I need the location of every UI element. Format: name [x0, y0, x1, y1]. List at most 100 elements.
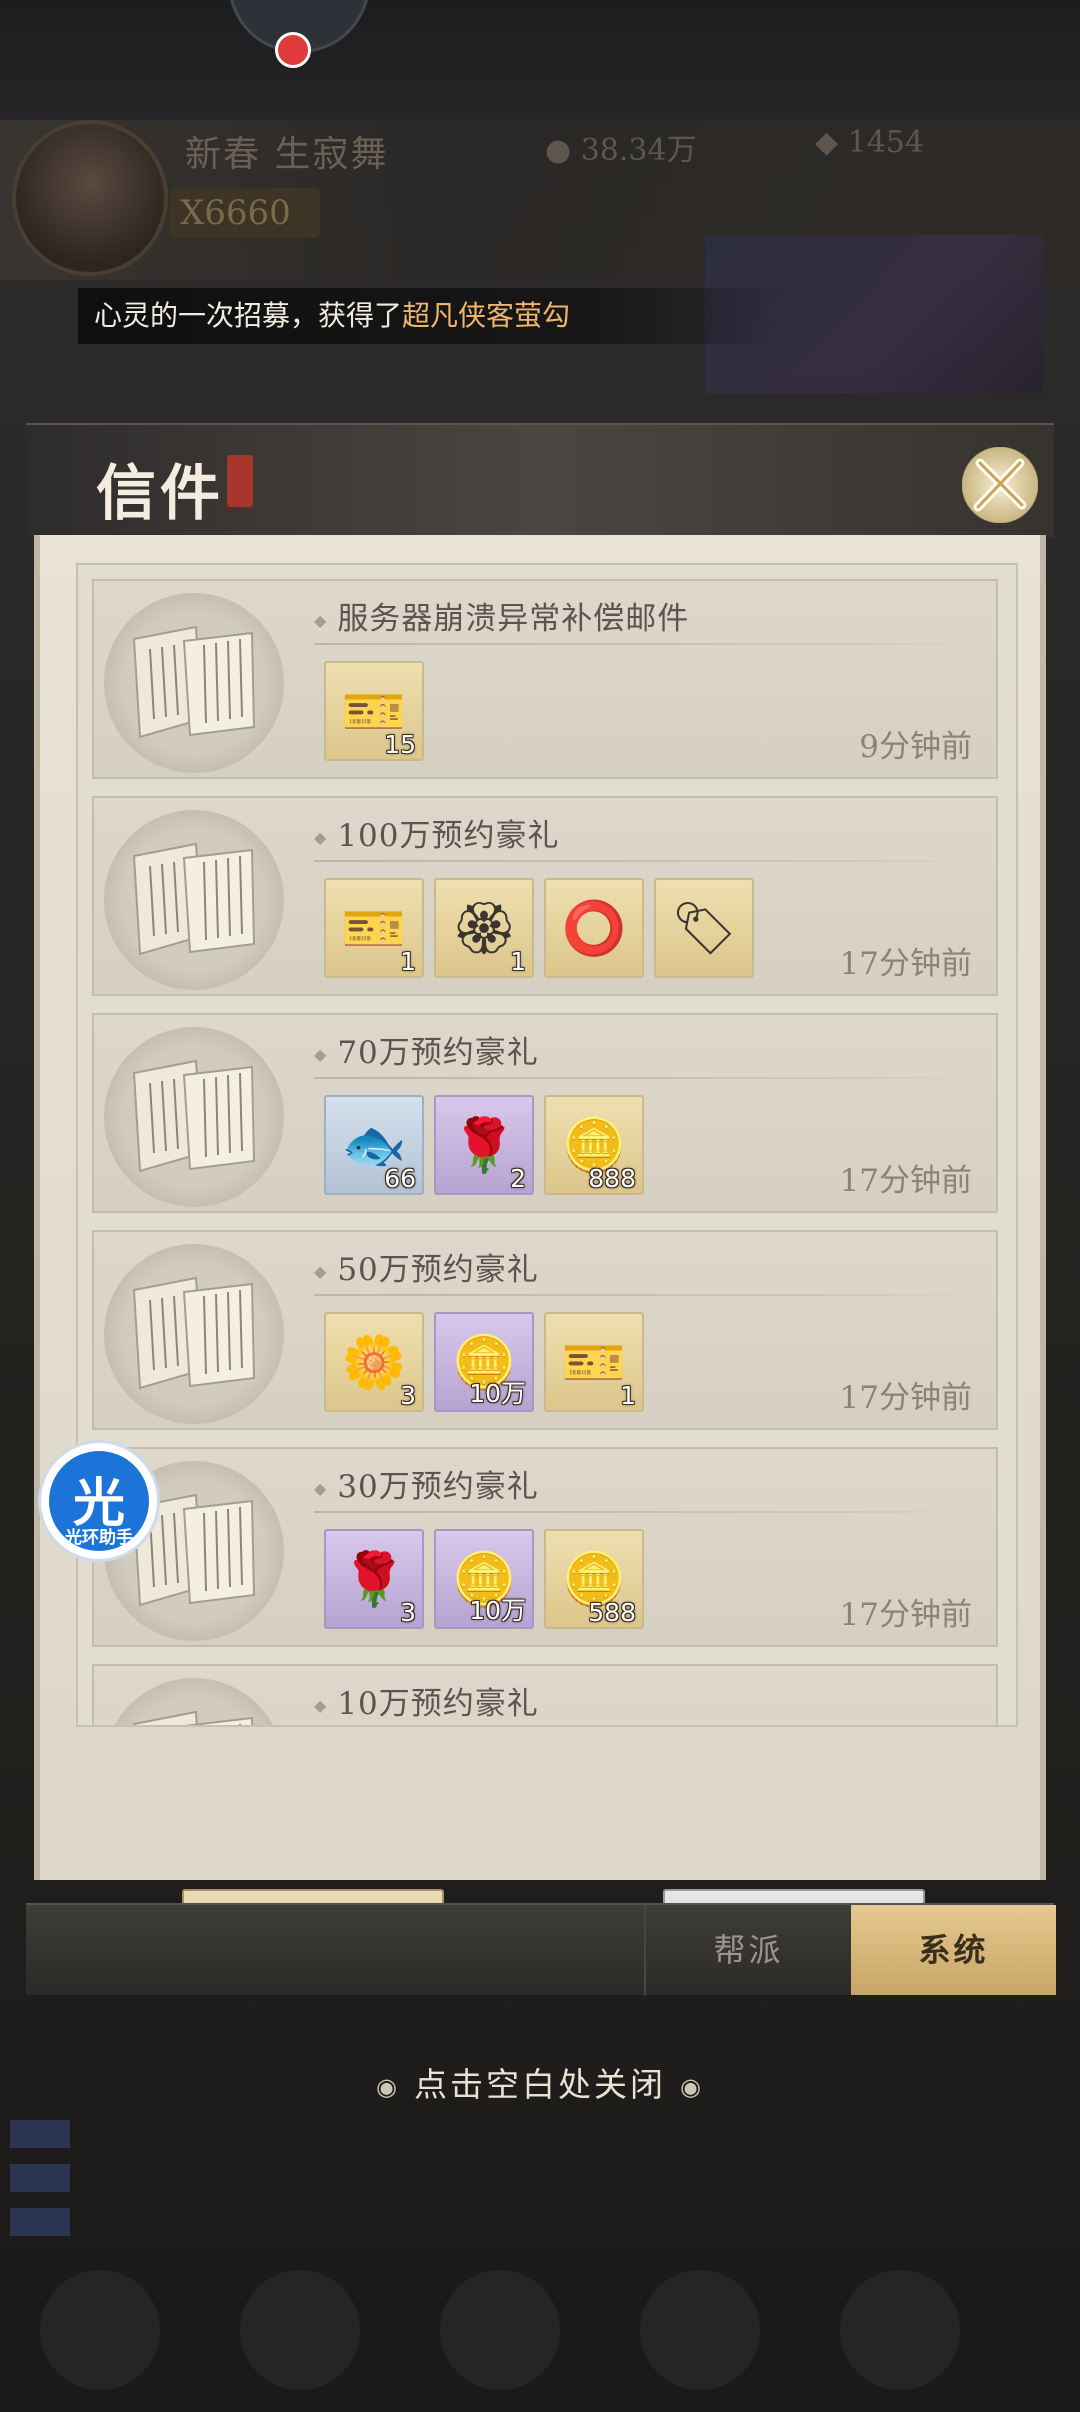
notice-text: 心灵的一次招募，获得了 [94, 299, 403, 332]
mail-title: 10万预约豪礼 [314, 1678, 539, 1723]
recruit-notice: 心灵的一次招募，获得了超凡侠客萤勾 [78, 288, 794, 344]
frame-icon: ⭕ [561, 898, 627, 959]
reward-item[interactable]: 🌼 3 [324, 1312, 424, 1412]
assistant-label: 光环助手 [65, 1528, 133, 1548]
mail-title: 70万预约豪礼 [314, 1027, 539, 1072]
gem-counter: ◆ 1454 [815, 125, 924, 160]
reward-item[interactable]: 🌹 3 [324, 1529, 424, 1629]
reward-item[interactable]: 🐟 66 [324, 1095, 424, 1195]
letter-svg [132, 1710, 254, 1725]
item-quantity: 66 [384, 1164, 416, 1193]
letter-svg [132, 1059, 256, 1173]
letter-svg [132, 1276, 256, 1390]
item-quantity: 3 [400, 1598, 416, 1627]
mail-item[interactable]: 10万预约豪礼 [92, 1664, 998, 1725]
reward-item[interactable]: 🌹 2 [434, 1095, 534, 1195]
player-avatar [12, 120, 168, 276]
reward-item[interactable]: ⭕ [544, 878, 644, 978]
letter-icon [104, 810, 284, 990]
item-quantity: 10万 [469, 1379, 526, 1408]
mail-time: 9分钟前 [859, 729, 972, 765]
background-nav [0, 2250, 1080, 2412]
dialog-body: 服务器崩溃异常补偿邮件 🎫15 9分钟前 100万预约豪礼 🎫1🏵1⭕🏷 17分… [34, 535, 1046, 1967]
dialog-title: 信件 [96, 459, 224, 529]
letter-icon [104, 1027, 284, 1207]
item-quantity: 15 [384, 730, 416, 759]
close-hint[interactable]: ◉ 点击空白处关闭 ◉ [0, 2058, 1080, 2106]
chat-tag [10, 2119, 70, 2148]
chat-line [10, 2198, 1070, 2242]
item-quantity: 1 [510, 947, 526, 976]
mail-time: 17分钟前 [839, 946, 972, 982]
reward-item[interactable]: 🪙 888 [544, 1095, 644, 1195]
mail-item[interactable]: 服务器崩溃异常补偿邮件 🎫15 9分钟前 [92, 579, 998, 779]
letter-icon [104, 1678, 284, 1725]
assistant-float-button[interactable]: 光 光环助手 [38, 1440, 160, 1562]
nav-item [440, 2270, 560, 2390]
coin-value: 38.34万 [580, 133, 697, 168]
divider [314, 1077, 974, 1079]
item-quantity: 588 [588, 1598, 636, 1627]
chat-line [10, 2110, 1070, 2154]
mail-time: 17分钟前 [839, 1597, 972, 1633]
mail-item[interactable]: 30万预约豪礼 🌹3🪙10万🪙588 17分钟前 [92, 1447, 998, 1647]
letter-icon [104, 1244, 284, 1424]
item-quantity: 1 [620, 1381, 636, 1410]
tab-guild[interactable]: 帮派 [644, 1905, 851, 1995]
title-badge-icon: 🏷 [670, 898, 737, 959]
mail-title: 服务器崩溃异常补偿邮件 [314, 593, 689, 638]
mail-title: 50万预约豪礼 [314, 1244, 539, 1289]
mail-item[interactable]: 100万预约豪礼 🎫1🏵1 ⭕ 🏷 17分钟前 [92, 796, 998, 996]
notice-highlight: 超凡侠客萤勾 [402, 299, 571, 332]
nav-item [640, 2270, 760, 2390]
reward-item[interactable]: 🎫 1 [544, 1312, 644, 1412]
ornament-icon: ◉ [680, 2073, 704, 2101]
dialog-header: 信件 [26, 423, 1054, 537]
chat-tag [10, 2163, 70, 2192]
divider [314, 1511, 974, 1513]
mail-list[interactable]: 服务器崩溃异常补偿邮件 🎫15 9分钟前 100万预约豪礼 🎫1🏵1⭕🏷 17分… [76, 563, 1018, 1727]
item-quantity: 10万 [469, 1596, 526, 1625]
mail-time: 17分钟前 [839, 1163, 972, 1199]
letter-svg [132, 625, 256, 739]
reward-item[interactable]: 🏵 1 [434, 878, 534, 978]
reward-item[interactable]: 🎫 15 [324, 661, 424, 761]
reward-item[interactable]: 🎫 1 [324, 878, 424, 978]
mail-title: 30万预约豪礼 [314, 1461, 539, 1506]
chat-tag [10, 2207, 70, 2236]
ingot-icon: ◆ [815, 125, 848, 160]
assistant-logo-icon: 光 光环助手 [49, 1451, 149, 1551]
reward-item[interactable]: 🪙 588 [544, 1529, 644, 1629]
mail-item[interactable]: 70万预约豪礼 🐟66🌹2🪙888 17分钟前 [92, 1013, 998, 1213]
red-dot-icon [275, 32, 311, 68]
mail-item[interactable]: 50万预约豪礼 🌼3🪙10万🎫1 17分钟前 [92, 1230, 998, 1430]
close-button[interactable] [962, 447, 1038, 523]
ornament-icon: ◉ [376, 2073, 400, 2101]
reward-item[interactable]: 🪙 10万 [434, 1312, 534, 1412]
background-chat-list [10, 2110, 1070, 2242]
mail-title: 100万预约豪礼 [314, 810, 559, 855]
gem-value: 1454 [847, 125, 924, 160]
coin-icon: ● [545, 133, 581, 168]
mail-tabbar: 帮派 系统 [26, 1903, 1056, 1995]
mail-time: 17分钟前 [839, 1380, 972, 1416]
tab-system[interactable]: 系统 [851, 1905, 1056, 1995]
letter-icon [104, 593, 284, 773]
close-icon [973, 458, 1027, 512]
close-hint-text: 点击空白处关闭 [414, 2065, 666, 2104]
divider [314, 860, 974, 862]
player-name: 新春 生寂舞 [185, 134, 389, 175]
reward-item[interactable]: 🏷 [654, 878, 754, 978]
mail-dialog: 信件 服务器崩溃异常补偿邮件 🎫15 9分钟前 100万预约豪礼 🎫1 [26, 423, 1056, 1995]
letter-svg [132, 842, 256, 956]
power-value: X6660 [170, 188, 320, 238]
divider [314, 1294, 974, 1296]
divider [314, 643, 974, 645]
nav-item [40, 2270, 160, 2390]
item-quantity: 888 [588, 1164, 636, 1193]
coin-counter: ● 38.34万 [545, 125, 697, 169]
nav-item [240, 2270, 360, 2390]
item-quantity: 3 [400, 1381, 416, 1410]
reward-item[interactable]: 🪙 10万 [434, 1529, 534, 1629]
chat-line [10, 2154, 1070, 2198]
